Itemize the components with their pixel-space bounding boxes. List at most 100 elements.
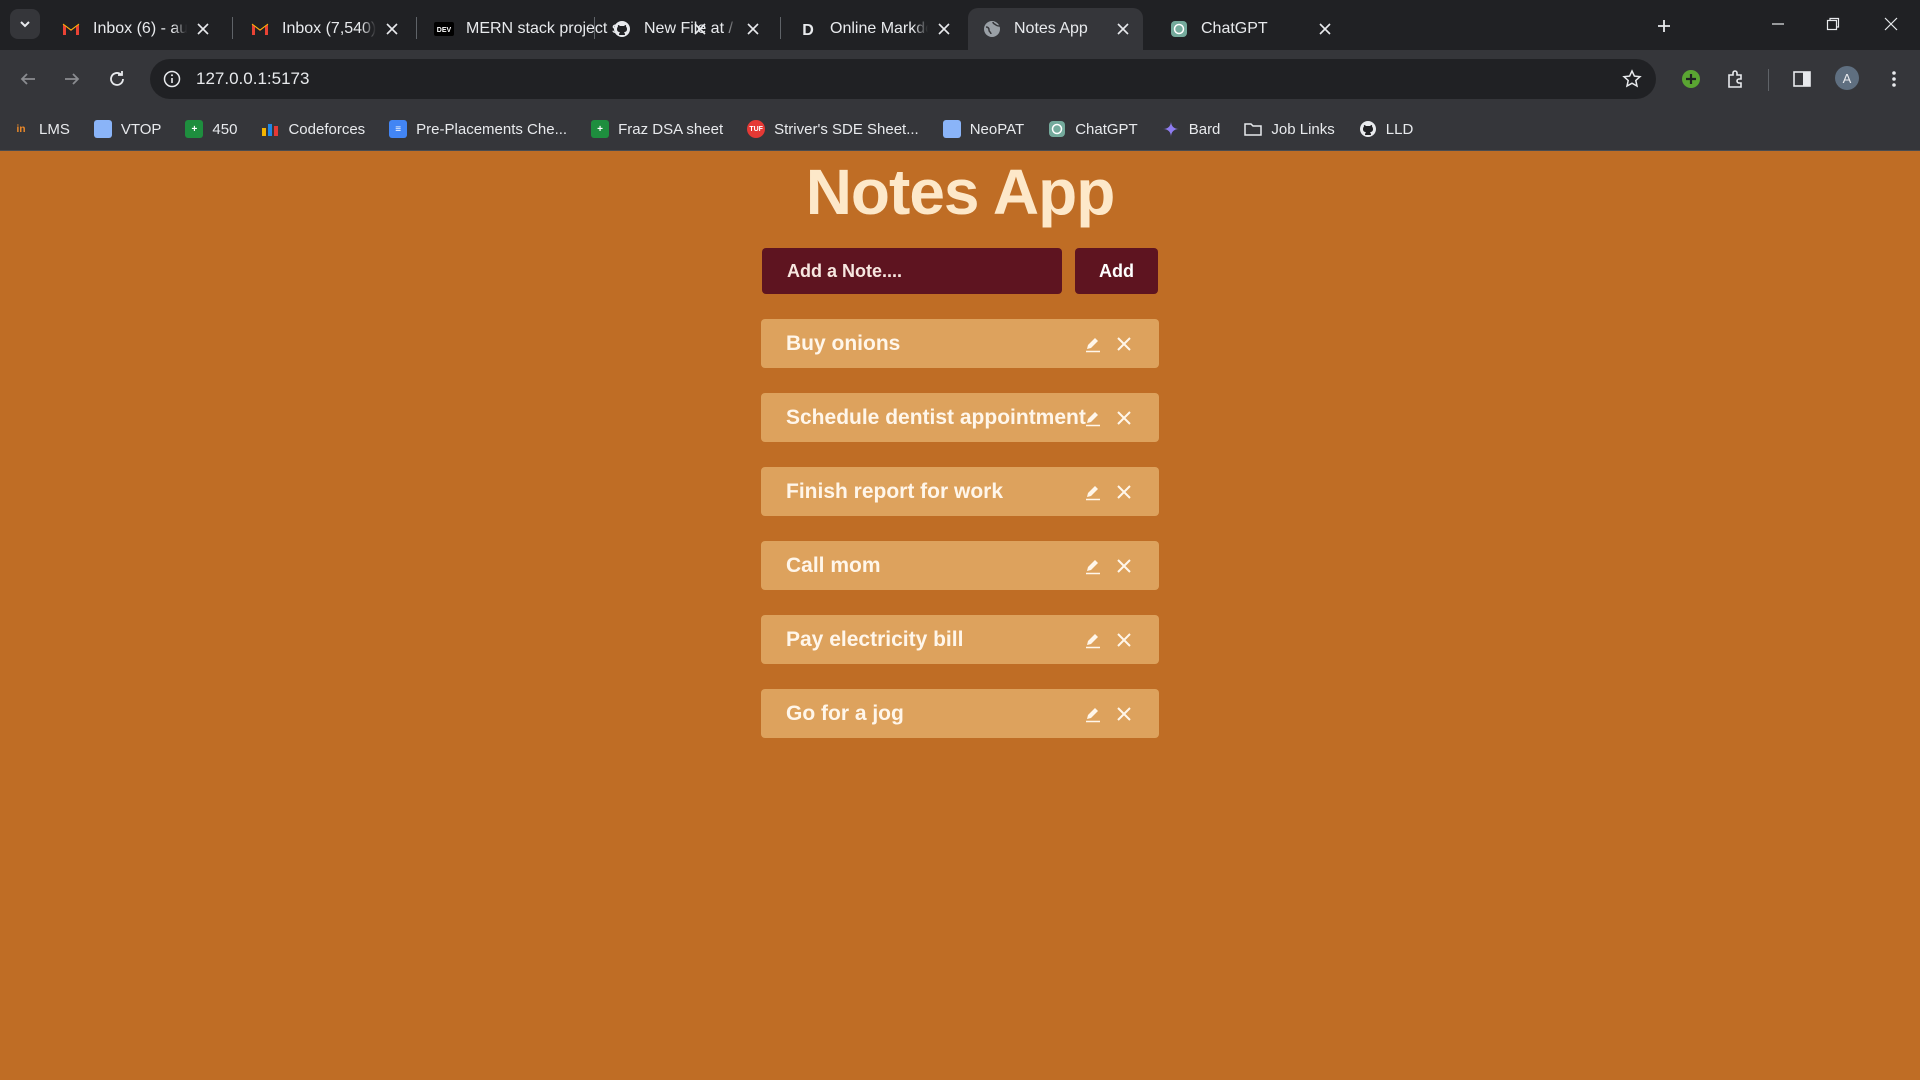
delete-x-icon[interactable] bbox=[1113, 407, 1135, 429]
note-text: Schedule dentist appointment bbox=[786, 406, 1086, 429]
edit-pencil-icon[interactable] bbox=[1082, 629, 1104, 651]
delete-x-icon[interactable] bbox=[1113, 333, 1135, 355]
profile-avatar[interactable]: A bbox=[1835, 66, 1859, 90]
bookmark-item[interactable]: Bard bbox=[1162, 120, 1221, 138]
extension-plus-icon[interactable] bbox=[1677, 65, 1705, 93]
tab-title: Inbox (6) - aumbisoyi bbox=[93, 20, 187, 37]
bookmark-label: Fraz DSA sheet bbox=[618, 120, 724, 138]
browser-tab[interactable]: Inbox (7,540) - aumbi bbox=[236, 8, 412, 50]
bookmark-item[interactable]: LLD bbox=[1359, 120, 1414, 138]
tab-close-icon[interactable] bbox=[934, 19, 954, 39]
tab-title: Inbox (7,540) - aumbi bbox=[282, 20, 376, 37]
restore-button[interactable] bbox=[1810, 8, 1856, 40]
tab-close-icon[interactable] bbox=[1113, 19, 1133, 39]
url-text[interactable]: 127.0.0.1:5173 bbox=[196, 69, 309, 89]
note-text: Pay electricity bill bbox=[786, 628, 964, 651]
dev-icon: DEV bbox=[434, 19, 454, 39]
bookmark-label: Striver's SDE Sheet... bbox=[774, 120, 919, 138]
edit-pencil-icon[interactable] bbox=[1082, 407, 1104, 429]
edit-pencil-icon[interactable] bbox=[1082, 703, 1104, 725]
neopat-icon bbox=[942, 120, 961, 138]
browser-tab[interactable]: New File at / · bishoy bbox=[598, 8, 773, 50]
minimize-button[interactable] bbox=[1755, 8, 1801, 40]
arrow-left-icon bbox=[20, 73, 35, 85]
bookmark-item[interactable]: +450 bbox=[185, 120, 237, 138]
bookmarks-bar: in LMS VTOP +450 Codeforces ≡ Pre-Placements C… bbox=[0, 108, 1920, 151]
chatgpt-icon bbox=[1048, 120, 1066, 138]
codeforces-icon bbox=[261, 120, 279, 138]
tab-close-icon[interactable] bbox=[382, 19, 402, 39]
bookmark-item[interactable]: in LMS bbox=[12, 120, 70, 138]
delete-x-icon[interactable] bbox=[1113, 481, 1135, 503]
lms-icon: in bbox=[16, 123, 26, 135]
edit-pencil-icon[interactable] bbox=[1082, 481, 1104, 503]
bookmark-item[interactable]: ≡ Pre-Placements Che... bbox=[389, 120, 567, 138]
address-bar[interactable]: 127.0.0.1:5173 bbox=[150, 59, 1656, 99]
browser-tab[interactable]: D Online Markdown Ed bbox=[784, 8, 964, 50]
chatgpt-icon bbox=[1169, 19, 1189, 39]
reload-button[interactable] bbox=[101, 63, 133, 95]
restore-icon bbox=[1826, 17, 1840, 31]
edit-pencil-icon[interactable] bbox=[1082, 555, 1104, 577]
extensions-puzzle-icon[interactable] bbox=[1722, 65, 1750, 93]
browser-tab[interactable]: Inbox (6) - aumbisoyi bbox=[47, 8, 223, 50]
side-panel-icon[interactable] bbox=[1788, 65, 1816, 93]
bookmark-label: Bard bbox=[1188, 120, 1221, 138]
close-window-button[interactable] bbox=[1868, 8, 1914, 40]
bookmark-item[interactable]: ChatGPT bbox=[1048, 120, 1138, 138]
github-icon bbox=[612, 19, 632, 39]
folder-icon bbox=[1244, 120, 1263, 138]
tuf-icon: TUF bbox=[747, 120, 766, 138]
notes-list: Buy onions Schedule dentist appointment Fi… bbox=[761, 319, 1159, 763]
bookmark-label: Pre-Placements Che... bbox=[416, 120, 568, 138]
svg-text:DEV: DEV bbox=[437, 27, 452, 34]
bookmark-item[interactable]: NeoPAT bbox=[942, 120, 1025, 138]
close-icon bbox=[1884, 17, 1898, 31]
bookmark-item[interactable]: Codeforces bbox=[261, 120, 365, 138]
forward-button[interactable] bbox=[56, 63, 88, 95]
note-input[interactable] bbox=[762, 248, 1062, 294]
tab-strip: Inbox (6) - aumbisoyi Inbox (7,540) - aum… bbox=[0, 0, 1920, 50]
note-text: Go for a jog bbox=[786, 702, 904, 725]
minimize-icon bbox=[1772, 23, 1784, 25]
note-item: Finish report for work bbox=[761, 467, 1159, 516]
edit-pencil-icon[interactable] bbox=[1082, 333, 1104, 355]
tab-close-icon[interactable] bbox=[743, 19, 763, 39]
bookmark-label: NeoPAT bbox=[969, 120, 1025, 138]
note-item: Call mom bbox=[761, 541, 1159, 590]
tab-close-icon[interactable] bbox=[193, 19, 213, 39]
bookmark-item[interactable]: VTOP bbox=[93, 120, 161, 138]
tab-separator bbox=[780, 17, 781, 39]
bookmark-item[interactable]: + Fraz DSA sheet bbox=[591, 120, 723, 138]
note-text: Call mom bbox=[786, 554, 881, 577]
add-note-button[interactable]: Add bbox=[1075, 248, 1158, 294]
delete-x-icon[interactable] bbox=[1113, 555, 1135, 577]
gmail-icon bbox=[250, 19, 270, 39]
chevron-down-icon bbox=[20, 21, 30, 28]
vtop-icon bbox=[93, 120, 112, 138]
delete-x-icon[interactable] bbox=[1113, 703, 1135, 725]
tab-search-button[interactable] bbox=[10, 9, 40, 39]
bookmark-item[interactable]: TUF Striver's SDE Sheet... bbox=[747, 120, 919, 138]
bookmark-label: LLD bbox=[1385, 120, 1414, 138]
globe-icon bbox=[982, 19, 1002, 39]
tab-separator bbox=[232, 17, 233, 39]
arrow-right-icon bbox=[65, 73, 80, 85]
back-button[interactable] bbox=[12, 63, 44, 95]
browser-tab[interactable]: ChatGPT bbox=[1155, 8, 1345, 50]
docs-icon: ≡ bbox=[389, 120, 408, 138]
browser-tab[interactable]: Notes App bbox=[968, 8, 1143, 50]
bard-icon bbox=[1162, 120, 1180, 138]
tab-title: Notes App bbox=[1014, 20, 1088, 37]
bookmark-star-icon[interactable] bbox=[1620, 67, 1644, 91]
tab-close-icon[interactable] bbox=[1315, 19, 1335, 39]
bookmark-item[interactable]: Job Links bbox=[1244, 120, 1335, 138]
sheets-icon: + bbox=[185, 120, 204, 138]
new-tab-button[interactable] bbox=[1650, 12, 1678, 40]
dillinger-icon: D bbox=[798, 19, 818, 39]
site-info-icon[interactable] bbox=[160, 67, 184, 91]
more-menu-icon[interactable] bbox=[1880, 65, 1908, 93]
note-text: Buy onions bbox=[786, 332, 901, 355]
tab-title: Online Markdown Ed bbox=[830, 20, 928, 37]
delete-x-icon[interactable] bbox=[1113, 629, 1135, 651]
